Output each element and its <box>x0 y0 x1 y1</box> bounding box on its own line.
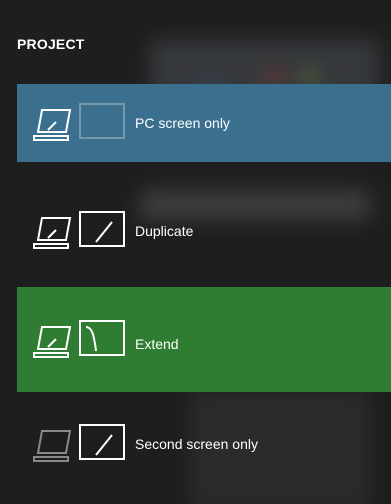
pc-screen-only-icon <box>33 103 125 141</box>
option-duplicate[interactable]: Duplicate <box>17 192 391 270</box>
flyout-title: PROJECT <box>17 36 85 52</box>
option-extend[interactable]: Extend <box>17 287 391 392</box>
second-screen-only-icon <box>33 424 125 462</box>
project-flyout: PROJECT PC screen only Duplicate Extend … <box>0 0 391 504</box>
duplicate-icon <box>33 211 125 249</box>
option-label: PC screen only <box>135 115 230 131</box>
option-label: Duplicate <box>135 223 194 239</box>
option-label: Second screen only <box>135 436 258 452</box>
option-pc-screen-only[interactable]: PC screen only <box>17 84 391 162</box>
extend-icon <box>33 319 125 358</box>
option-label: Extend <box>135 335 179 352</box>
option-second-screen-only[interactable]: Second screen only <box>17 405 391 483</box>
